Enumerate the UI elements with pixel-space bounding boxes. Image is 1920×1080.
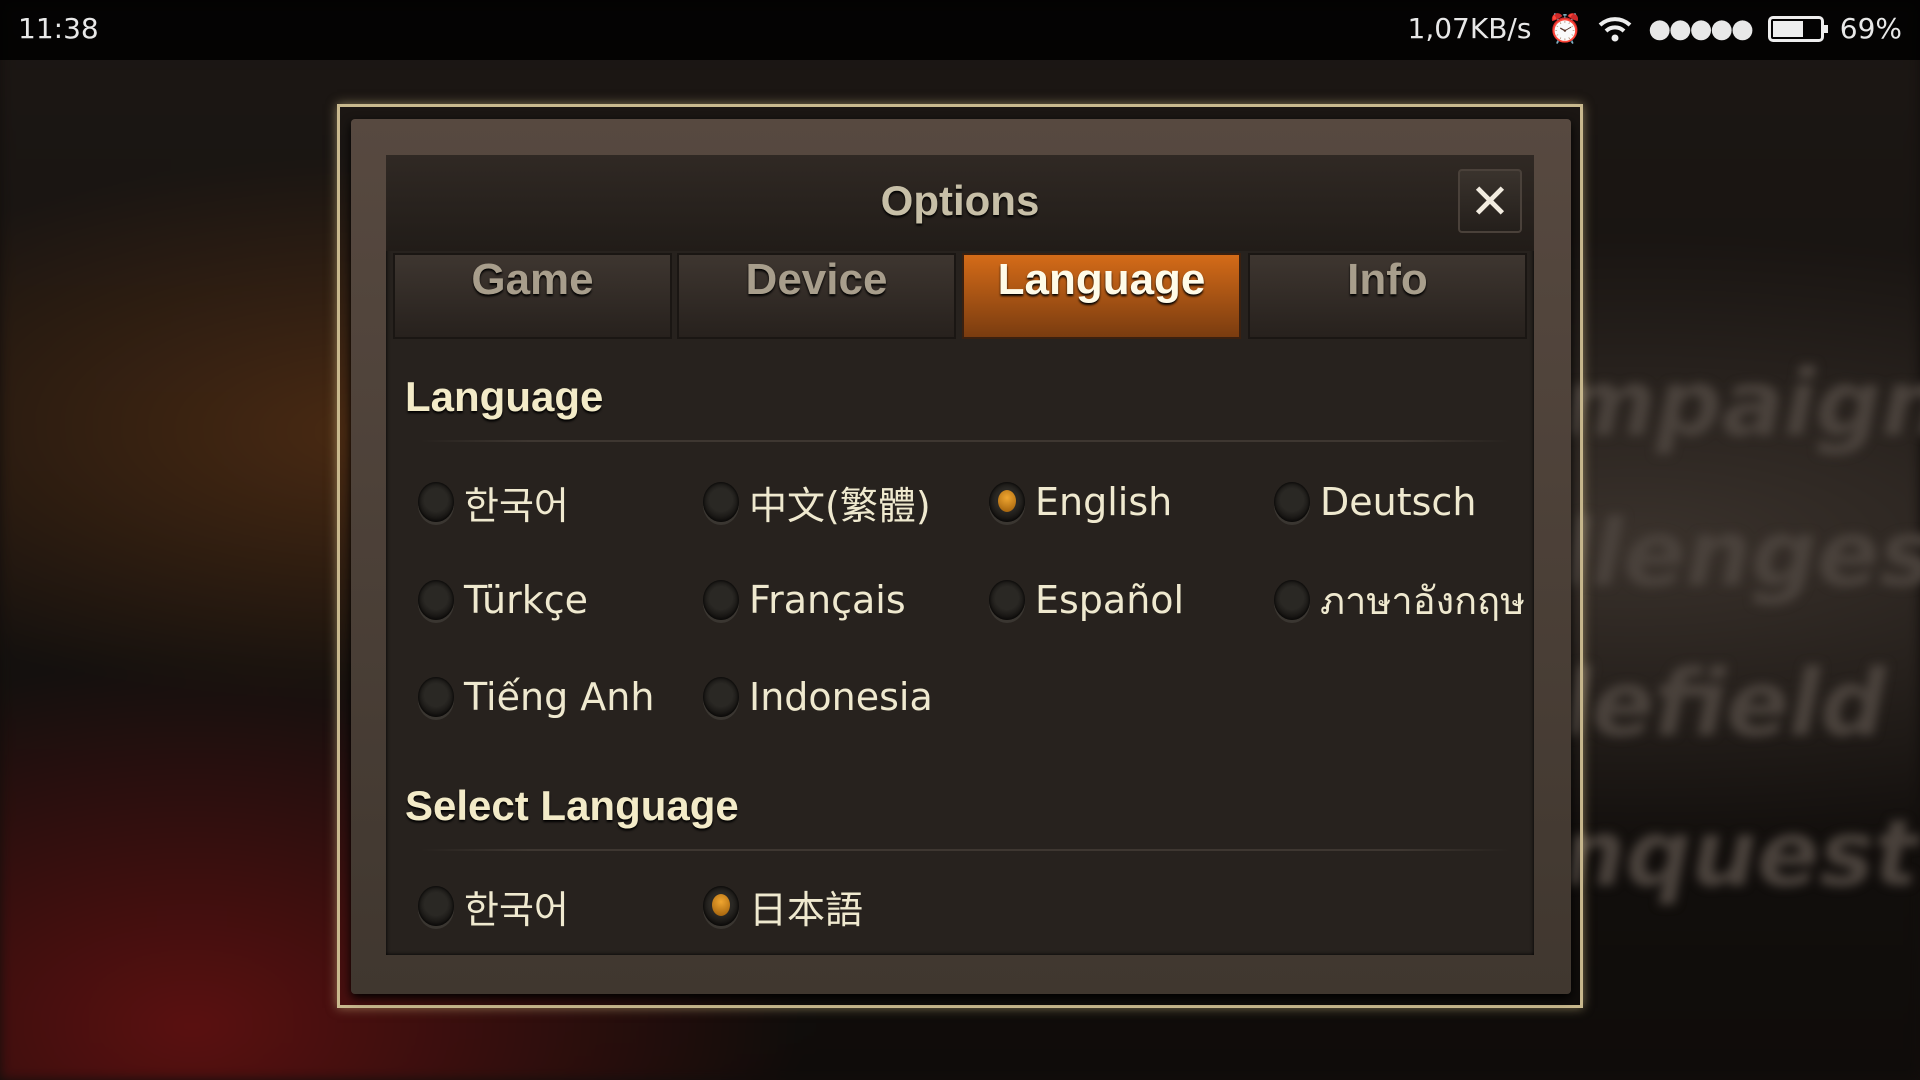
- language-option[interactable]: 中文(繁體): [703, 477, 931, 528]
- background-menu-word: mpaign: [1560, 350, 1920, 457]
- background-menu-word: nquest: [1560, 800, 1918, 907]
- option-label: Español: [1035, 578, 1185, 622]
- background-menu-word: lefield: [1560, 650, 1887, 757]
- dialog-titlebar: Options: [386, 155, 1534, 251]
- network-speed: 1,07KB/s: [1407, 12, 1532, 45]
- tab-language[interactable]: Language: [962, 253, 1241, 339]
- select-language-option[interactable]: 한국어: [418, 881, 569, 932]
- radio-button[interactable]: [703, 886, 739, 926]
- language-heading: Language: [405, 373, 604, 420]
- option-label: 한국어: [464, 887, 569, 932]
- radio-button[interactable]: [703, 482, 739, 522]
- battery-percent: 69%: [1839, 12, 1902, 45]
- radio-button[interactable]: [1274, 580, 1310, 620]
- option-label: Indonesia: [749, 675, 933, 719]
- language-option[interactable]: English: [989, 477, 1172, 527]
- radio-button[interactable]: [703, 677, 739, 717]
- wifi-icon: [1598, 16, 1632, 41]
- alarm-clock-icon: ⏰: [1547, 12, 1583, 45]
- battery-fill: [1772, 20, 1804, 37]
- language-option[interactable]: Tiếng Anh: [418, 672, 654, 722]
- option-label: Français: [749, 578, 906, 622]
- option-label: Deutsch: [1320, 480, 1477, 524]
- divider: [420, 440, 1510, 442]
- radio-button[interactable]: [989, 482, 1025, 522]
- radio-button[interactable]: [1274, 482, 1310, 522]
- language-option[interactable]: Español: [989, 575, 1184, 625]
- radio-button[interactable]: [989, 580, 1025, 620]
- option-label: 中文(繁體): [749, 483, 931, 528]
- background-menu-word: llenges: [1560, 500, 1920, 607]
- option-label: Tiếng Anh: [464, 675, 655, 719]
- signal-strength: ●●●●●: [1648, 13, 1753, 44]
- option-label: 한국어: [464, 483, 569, 528]
- tab-game[interactable]: Game: [393, 253, 672, 339]
- radio-button[interactable]: [418, 886, 454, 926]
- battery-icon: [1767, 15, 1828, 42]
- language-option[interactable]: Français: [703, 575, 906, 625]
- option-label: 日本語: [749, 887, 864, 932]
- language-option[interactable]: Deutsch: [1274, 477, 1476, 527]
- dialog-title: Options: [880, 177, 1040, 224]
- option-label: ภาษาอังกฤษ: [1320, 578, 1526, 623]
- radio-button[interactable]: [418, 482, 454, 522]
- option-label: English: [1035, 480, 1173, 524]
- tab-device[interactable]: Device: [677, 253, 956, 339]
- tab-info[interactable]: Info: [1248, 253, 1527, 339]
- select-language-option[interactable]: 日本語: [703, 881, 864, 932]
- close-button[interactable]: ✕: [1458, 169, 1522, 233]
- option-label: Türkçe: [464, 578, 588, 622]
- select-language-heading: Select Language: [405, 782, 739, 829]
- status-bar: 11:38 1,07KB/s ⏰ ●●●●● 69%: [0, 0, 1920, 60]
- language-option[interactable]: ภาษาอังกฤษ: [1274, 575, 1525, 625]
- radio-button[interactable]: [703, 580, 739, 620]
- language-option[interactable]: 한국어: [418, 477, 569, 528]
- divider: [420, 849, 1510, 851]
- language-option[interactable]: Indonesia: [703, 672, 933, 722]
- clock: 11:38: [18, 12, 99, 45]
- radio-button[interactable]: [418, 580, 454, 620]
- radio-button[interactable]: [418, 677, 454, 717]
- language-option[interactable]: Türkçe: [418, 575, 588, 625]
